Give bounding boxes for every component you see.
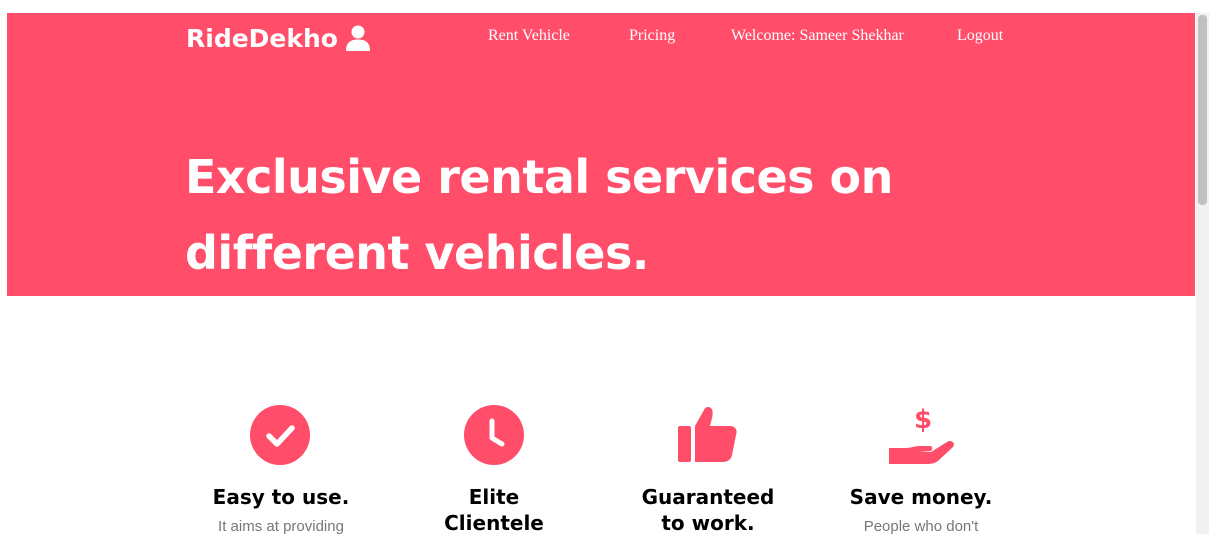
feature-title-line1: Elite <box>468 485 520 509</box>
feature-title: Elite Clientele <box>394 484 594 534</box>
scrollbar-thumb[interactable] <box>1198 15 1207 205</box>
hero-headline-line2: different vehicles. <box>185 226 649 280</box>
svg-text:$: $ <box>914 405 932 435</box>
feature-text: People who don't <box>863 518 979 534</box>
feature-text: It aims at providing <box>218 518 344 534</box>
nav-pricing[interactable]: Pricing <box>629 27 675 45</box>
clock-icon <box>464 405 524 465</box>
brand-name: RideDekho <box>186 23 338 53</box>
feature-title-line2: Clientele <box>444 511 544 534</box>
check-circle-icon <box>250 405 310 465</box>
feature-title: Save money. <box>849 485 993 509</box>
brand-logo[interactable]: RideDekho <box>186 23 372 53</box>
hero-headline-line1: Exclusive rental services on <box>185 150 893 204</box>
feature-title-line1: Guaranteed <box>641 485 775 509</box>
feature-title: Easy to use. <box>212 485 350 509</box>
thumbs-up-icon <box>678 406 737 462</box>
feature-title: Guaranteed to work. <box>608 484 808 534</box>
nav-rent-vehicle[interactable]: Rent Vehicle <box>488 27 570 45</box>
nav-welcome-user[interactable]: Welcome: Sameer Shekhar <box>731 27 904 45</box>
hero-banner: RideDekho Rent Vehicle Pricing Welcome: … <box>7 13 1195 296</box>
hand-dollar-icon: $ <box>889 405 954 464</box>
vertical-scrollbar[interactable] <box>1196 13 1209 534</box>
nav-logout[interactable]: Logout <box>957 27 1003 45</box>
user-icon <box>345 25 370 51</box>
hero-headline: Exclusive rental services on different v… <box>185 139 1085 291</box>
feature-title-line2: to work. <box>661 511 755 534</box>
